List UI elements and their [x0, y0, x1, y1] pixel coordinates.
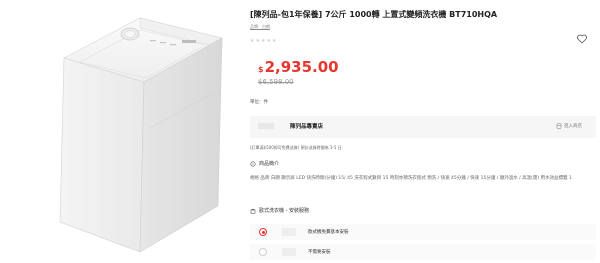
enter-store-label: 進入商店 [564, 124, 582, 129]
option-label: 不需要安裝 [308, 250, 331, 255]
option-thumbnail [282, 248, 296, 256]
price-value: 2,935.00 [264, 58, 339, 76]
store-name: 陳列品專賣店 [290, 124, 324, 130]
washing-machine-image [59, 17, 223, 253]
radio-button-selected[interactable] [259, 228, 267, 236]
intro-text: 規格 品牌 白朗 顯示屏 LED 快洗時間(分鐘) 15/ 45 洗衣程式數目 … [250, 176, 572, 181]
option-thumbnail [282, 228, 296, 236]
option-label: 歐式機免費基本安裝 [308, 230, 349, 235]
service-title: 歐式洗衣機 - 安裝服務 [259, 208, 309, 214]
product-title: [陳列品-包1年保養] 7公斤 1000轉 上置式變頻洗衣機 BT710HQA [250, 10, 498, 19]
service-option-install[interactable]: 歐式機免費基本安裝 [250, 224, 596, 240]
store-bar[interactable]: 陳列品專賣店 進入商店 [250, 116, 596, 138]
brand-link[interactable]: 品牌：白朗 [250, 24, 270, 30]
info-icon [250, 160, 256, 167]
store-icon [556, 123, 562, 129]
bag-icon [250, 208, 256, 214]
product-image [0, 0, 238, 263]
original-price: $6,598.00 [258, 78, 294, 86]
enter-store-link[interactable]: 進入商店 [556, 123, 582, 129]
product-info: [陳列品-包1年保養] 7公斤 1000轉 上置式變頻洗衣機 BT710HQA … [250, 0, 596, 263]
shipping-note: (訂單滿$500即可免費送貨) 預計送貨時間為 3-5 日 [250, 145, 342, 150]
service-heading: 歐式洗衣機 - 安裝服務 [250, 207, 309, 214]
rating-stars: ★★★★★ [250, 38, 278, 44]
service-option-no-install[interactable]: 不需要安裝 [250, 244, 596, 260]
intro-heading: 商品簡介 [250, 160, 279, 167]
unit-label: 單位：件 [250, 100, 268, 105]
price-currency: $ [258, 65, 264, 74]
store-logo [258, 123, 274, 129]
radio-button[interactable] [259, 248, 267, 256]
current-price: $2,935.00 [258, 58, 339, 76]
heart-icon[interactable] [576, 33, 588, 45]
intro-title: 商品簡介 [259, 161, 280, 167]
